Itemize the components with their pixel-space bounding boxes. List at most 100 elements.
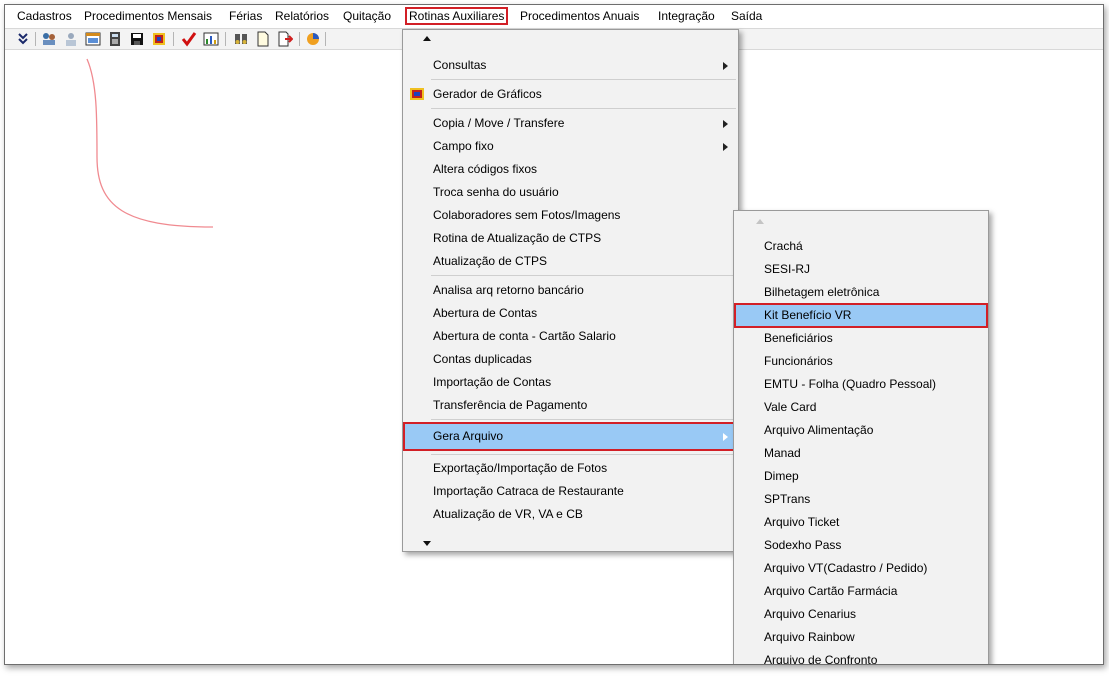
save-icon[interactable]	[129, 31, 145, 47]
menu-item-label: Atualização de CTPS	[433, 254, 548, 268]
menu-item-colaboradores-sem-fotos[interactable]: Colaboradores sem Fotos/Imagens	[403, 204, 738, 226]
menu-item-rotina-atualizacao-ctps[interactable]: Rotina de Atualização de CTPS	[403, 227, 738, 249]
toolbar-separator	[35, 32, 36, 46]
menu-saida[interactable]: Saída	[731, 8, 762, 24]
toolbar-separator	[299, 32, 300, 46]
submenu-item-label: Arquivo de Confronto	[764, 653, 878, 665]
submenu-item-label: Crachá	[764, 239, 803, 253]
toolbar-separator	[225, 32, 226, 46]
submenu-arrow-icon	[723, 62, 728, 70]
menu-separator	[431, 419, 736, 420]
menu-cadastros[interactable]: Cadastros	[17, 8, 72, 24]
chart-icon[interactable]	[203, 31, 219, 47]
submenu-item-label: Bilhetagem eletrônica	[764, 285, 880, 299]
submenu-item-label: Arquivo Alimentação	[764, 423, 874, 437]
menu-item-campo-fixo[interactable]: Campo fixo	[403, 135, 738, 157]
submenu-item-label: Sodexho Pass	[764, 538, 842, 552]
menu-item-atualizacao-ctps[interactable]: Atualização de CTPS	[403, 250, 738, 272]
app-window: Cadastros Procedimentos Mensais Férias R…	[4, 4, 1104, 665]
gradient-icon[interactable]	[151, 31, 167, 47]
toolbar-separator	[173, 32, 174, 46]
submenu-item-label: Arquivo Ticket	[764, 515, 840, 529]
submenu-item-label: Beneficiários	[764, 331, 833, 345]
checkmark-icon[interactable]	[181, 31, 197, 47]
menu-item-analisa-arq-retorno[interactable]: Analisa arq retorno bancário	[403, 279, 738, 301]
menu-item-importacao-de-contas[interactable]: Importação de Contas	[403, 371, 738, 393]
menu-item-transferencia-de-pagamento[interactable]: Transferência de Pagamento	[403, 394, 738, 416]
document-icon[interactable]	[255, 31, 271, 47]
menu-item-label: Consultas	[433, 58, 487, 72]
window-icon[interactable]	[85, 31, 101, 47]
submenu-item-sesi-rj[interactable]: SESI-RJ	[734, 258, 988, 280]
scroll-up-arrow-icon[interactable]	[423, 36, 431, 41]
menu-item-copia-move-transfere[interactable]: Copia / Move / Transfere	[403, 112, 738, 134]
person-icon[interactable]	[63, 31, 79, 47]
menu-integracao[interactable]: Integração	[658, 8, 715, 24]
submenu-item-sptrans[interactable]: SPTrans	[734, 488, 988, 510]
submenu-item-kit-beneficio-vr[interactable]: Kit Benefício VR	[734, 303, 988, 328]
submenu-item-arquivo-alimentacao[interactable]: Arquivo Alimentação	[734, 419, 988, 441]
binoculars-icon[interactable]	[233, 31, 249, 47]
submenu-item-label: Vale Card	[764, 400, 817, 414]
submenu-item-arquivo-ticket[interactable]: Arquivo Ticket	[734, 511, 988, 533]
calculator-icon[interactable]	[107, 31, 123, 47]
submenu-item-manad[interactable]: Manad	[734, 442, 988, 464]
menu-item-abertura-conta-cartao-salario[interactable]: Abertura de conta - Cartão Salario	[403, 325, 738, 347]
menu-item-label: Troca senha do usuário	[433, 185, 559, 199]
menu-item-contas-duplicadas[interactable]: Contas duplicadas	[403, 348, 738, 370]
scroll-up-arrow-icon[interactable]	[756, 219, 764, 224]
submenu-item-label: Arquivo Cartão Farmácia	[764, 584, 898, 598]
submenu-item-funcionarios[interactable]: Funcionários	[734, 350, 988, 372]
menu-item-exportacao-importacao-fotos[interactable]: Exportação/Importação de Fotos	[403, 457, 738, 479]
menu-item-gera-arquivo[interactable]: Gera Arquivo	[403, 422, 735, 451]
menu-item-label: Abertura de Contas	[433, 306, 538, 320]
menu-quitacao[interactable]: Quitação	[343, 8, 391, 24]
submenu-item-beneficiarios[interactable]: Beneficiários	[734, 327, 988, 349]
collapse-icon[interactable]	[15, 31, 31, 47]
submenu-arrow-icon	[723, 120, 728, 128]
menu-item-altera-codigos-fixos[interactable]: Altera códigos fixos	[403, 158, 738, 180]
submenu-item-bilhetagem[interactable]: Bilhetagem eletrônica	[734, 281, 988, 303]
submenu-arrow-icon	[723, 143, 728, 151]
toolbar-separator	[325, 32, 326, 46]
submenu-item-arquivo-vt[interactable]: Arquivo VT(Cadastro / Pedido)	[734, 557, 988, 579]
menu-item-label: Copia / Move / Transfere	[433, 116, 565, 130]
submenu-item-label: Manad	[764, 446, 801, 460]
menu-item-label: Colaboradores sem Fotos/Imagens	[433, 208, 621, 222]
menu-item-label: Contas duplicadas	[433, 352, 532, 366]
users-icon[interactable]	[41, 31, 57, 47]
submenu-item-arquivo-cenarius[interactable]: Arquivo Cenarius	[734, 603, 988, 625]
menu-item-label: Atualização de VR, VA e CB	[433, 507, 583, 521]
menu-item-label: Campo fixo	[433, 139, 494, 153]
menu-item-importacao-catraca[interactable]: Importação Catraca de Restaurante	[403, 480, 738, 502]
menu-item-consultas[interactable]: Consultas	[403, 54, 738, 76]
submenu-item-label: Arquivo Rainbow	[764, 630, 855, 644]
submenu-item-dimep[interactable]: Dimep	[734, 465, 988, 487]
menu-ferias[interactable]: Férias	[229, 8, 262, 24]
submenu-item-arquivo-cartao-farmacia[interactable]: Arquivo Cartão Farmácia	[734, 580, 988, 602]
menu-item-gerador-de-graficos[interactable]: Gerador de Gráficos	[403, 83, 738, 105]
menu-item-label: Analisa arq retorno bancário	[433, 283, 584, 297]
menu-procedimentos-mensais[interactable]: Procedimentos Mensais	[84, 8, 212, 24]
submenu-item-cracha[interactable]: Crachá	[734, 235, 988, 257]
rotinas-auxiliares-menu: Consultas Gerador de Gráficos Copia / Mo…	[402, 29, 739, 552]
menu-procedimentos-anuais[interactable]: Procedimentos Anuais	[520, 8, 639, 24]
menu-item-troca-senha[interactable]: Troca senha do usuário	[403, 181, 738, 203]
scroll-down-arrow-icon[interactable]	[423, 541, 431, 546]
menu-item-abertura-de-contas[interactable]: Abertura de Contas	[403, 302, 738, 324]
submenu-item-emtu-folha[interactable]: EMTU - Folha (Quadro Pessoal)	[734, 373, 988, 395]
submenu-item-label: SPTrans	[764, 492, 811, 506]
submenu-item-sodexho-pass[interactable]: Sodexho Pass	[734, 534, 988, 556]
menu-relatorios[interactable]: Relatórios	[275, 8, 329, 24]
annotation-curve	[86, 58, 214, 228]
pie-chart-icon[interactable]	[305, 31, 321, 47]
menu-separator	[431, 454, 736, 455]
menu-rotinas-auxiliares[interactable]: Rotinas Auxiliares	[405, 7, 509, 25]
submenu-item-vale-card[interactable]: Vale Card	[734, 396, 988, 418]
menu-item-atualizacao-vr-va-cb[interactable]: Atualização de VR, VA e CB	[403, 503, 738, 525]
submenu-item-arquivo-rainbow[interactable]: Arquivo Rainbow	[734, 626, 988, 648]
menu-item-label: Abertura de conta - Cartão Salario	[433, 329, 616, 343]
menu-item-label: Importação de Contas	[433, 375, 552, 389]
export-icon[interactable]	[277, 31, 293, 47]
submenu-item-arquivo-de-confronto[interactable]: Arquivo de Confronto	[734, 649, 988, 665]
